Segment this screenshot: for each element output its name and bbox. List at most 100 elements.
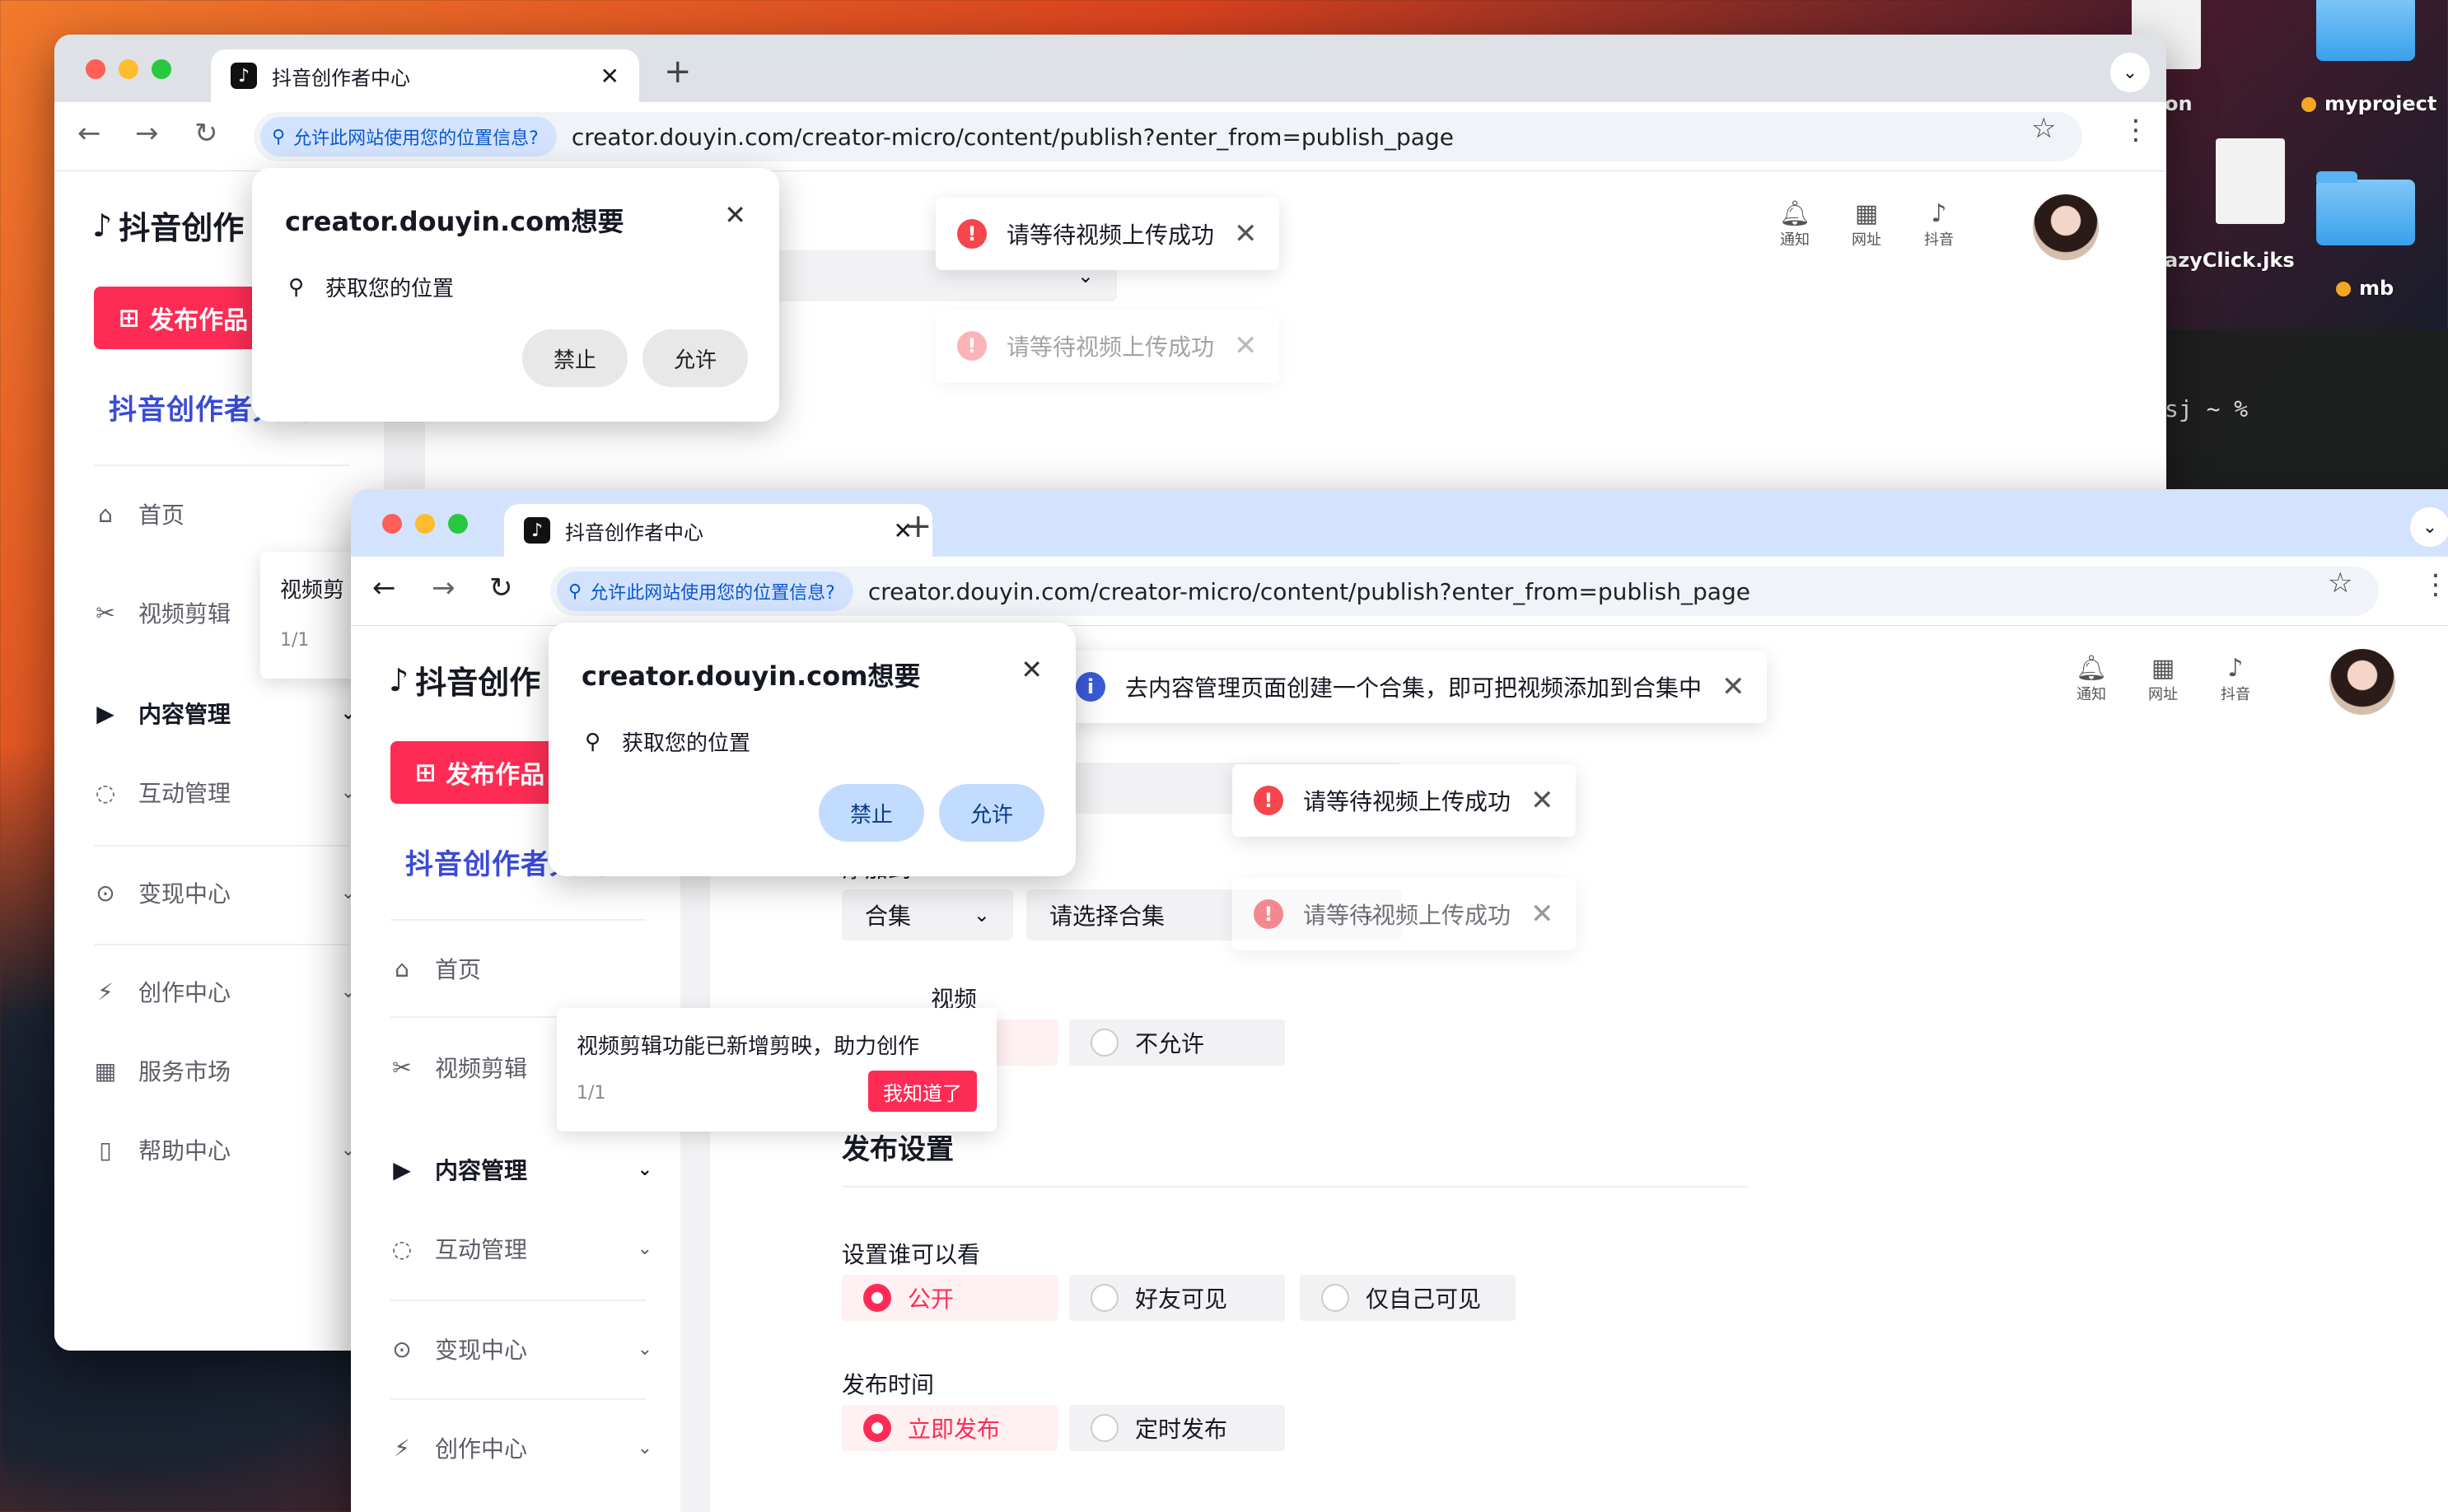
- tag-dot-icon: [2301, 97, 2316, 112]
- nav-label: 帮助中心: [138, 1137, 231, 1164]
- sidebar-item-monetization[interactable]: ⊙ 变现中心 ⌄: [389, 1332, 652, 1365]
- minimize-window-button[interactable]: [119, 59, 138, 79]
- bookmark-star-icon[interactable]: ☆: [2031, 112, 2056, 145]
- not-allow-radio[interactable]: 不允许: [1069, 1020, 1285, 1066]
- location-permission-chip[interactable]: ⚲ 允许此网站使用您的位置信息?: [260, 117, 557, 156]
- zoom-window-button[interactable]: [448, 514, 468, 534]
- forward-icon[interactable]: →: [135, 117, 159, 150]
- sidebar-item-interaction[interactable]: ◌ 互动管理 ⌄: [389, 1232, 652, 1265]
- nav-label: 变现中心: [138, 880, 231, 908]
- notify-button[interactable]: 🔔︎ 通知: [2076, 654, 2107, 704]
- close-icon[interactable]: ✕: [724, 199, 746, 231]
- douyin-logo[interactable]: ♪ 抖音创作: [92, 203, 244, 248]
- close-window-button[interactable]: [86, 59, 105, 79]
- sidebar-item-help[interactable]: ▯ 帮助中心 ⌄: [92, 1133, 356, 1166]
- allow-button[interactable]: 允许: [642, 329, 748, 387]
- folder-icon[interactable]: [2316, 171, 2415, 245]
- sidebar-item-interaction[interactable]: ◌ 互动管理 ⌄: [92, 776, 356, 809]
- avatar[interactable]: [2329, 649, 2395, 715]
- minimize-window-button[interactable]: [415, 514, 435, 534]
- radio-label: 定时发布: [1135, 1416, 1228, 1443]
- location-pin-icon: ⚲: [272, 126, 286, 147]
- sidebar-item-creation[interactable]: ⚡ 创作中心 ⌄: [92, 975, 356, 1008]
- chevron-down-icon: ⌄: [637, 1159, 652, 1180]
- url-text[interactable]: creator.douyin.com/creator-micro/content…: [868, 578, 1750, 605]
- browser-menu-icon[interactable]: ⋮: [2422, 568, 2448, 601]
- forward-icon[interactable]: →: [432, 572, 455, 604]
- avatar[interactable]: [2033, 194, 2099, 260]
- tab-search-button[interactable]: ⌄: [2410, 507, 2448, 547]
- permission-chip-label: 允许此网站使用您的位置信息?: [293, 128, 539, 149]
- chat-icon: ◌: [95, 778, 116, 806]
- visibility-private-radio[interactable]: 仅自己可见: [1300, 1275, 1516, 1321]
- new-tab-button[interactable]: +: [904, 507, 932, 545]
- douyin-button[interactable]: ♪ 抖音: [1924, 199, 1954, 250]
- zoom-window-button[interactable]: [152, 59, 171, 79]
- close-icon[interactable]: ✕: [1021, 654, 1043, 685]
- site-button[interactable]: ▦ 网址: [2148, 654, 2178, 704]
- sidebar-item-creation[interactable]: ⚡ 创作中心 ⌄: [389, 1431, 652, 1464]
- scissors-icon: ✂: [392, 1053, 412, 1081]
- toast-text: 去内容管理页面创建一个合集，即可把视频添加到合集中: [1125, 674, 1703, 702]
- scheduled-publish-radio[interactable]: 定时发布: [1069, 1405, 1285, 1451]
- location-permission-chip[interactable]: ⚲ 允许此网站使用您的位置信息?: [557, 572, 853, 611]
- publish-now-radio[interactable]: 立即发布: [842, 1405, 1058, 1451]
- publish-settings-heading: 发布设置: [842, 1133, 954, 1166]
- tab-douyin[interactable]: ♪ 抖音创作者中心 ✕: [504, 504, 932, 557]
- deny-button[interactable]: 禁止: [819, 784, 924, 842]
- folder-icon[interactable]: [2316, 0, 2415, 61]
- close-icon[interactable]: ✕: [1722, 670, 1745, 703]
- sidebar-item-service-market[interactable]: ▦ 服务市场: [92, 1054, 356, 1087]
- back-icon[interactable]: ←: [77, 117, 101, 150]
- browser-toolbar: ← → ↻ ⚲ 允许此网站使用您的位置信息? creator.douyin.co…: [351, 557, 2448, 626]
- douyin-logo[interactable]: ♪ 抖音创作: [389, 657, 540, 702]
- reload-icon[interactable]: ↻: [489, 572, 513, 604]
- browser-toolbar: ← → ↻ ⚲ 允许此网站使用您的位置信息? creator.douyin.co…: [54, 102, 2166, 171]
- close-tab-icon[interactable]: ✕: [600, 63, 619, 90]
- toast-text: 请等待视频上传成功: [1007, 222, 1215, 249]
- site-button[interactable]: ▦ 网址: [1852, 199, 1881, 250]
- close-icon[interactable]: ✕: [1530, 898, 1554, 931]
- deny-button[interactable]: 禁止: [522, 329, 628, 387]
- close-icon[interactable]: ✕: [1530, 784, 1554, 817]
- bookmark-star-icon[interactable]: ☆: [2328, 567, 2352, 600]
- visibility-public-radio[interactable]: 公开: [842, 1275, 1058, 1321]
- coin-icon: ⊙: [392, 1335, 412, 1363]
- got-it-button[interactable]: 我知道了: [868, 1071, 977, 1112]
- close-icon[interactable]: ✕: [1234, 329, 1258, 362]
- sidebar-item-content[interactable]: ▶ 内容管理 ⌄: [92, 697, 356, 730]
- url-text[interactable]: creator.douyin.com/creator-micro/content…: [572, 124, 1454, 151]
- nav-label: 变现中心: [435, 1337, 528, 1364]
- document-file-icon[interactable]: [2216, 138, 2285, 224]
- error-toast: ! 请等待视频上传成功 ✕: [936, 310, 1279, 382]
- sidebar-item-home[interactable]: ⌂ 首页: [389, 952, 652, 985]
- toast-text: 请等待视频上传成功: [1303, 902, 1511, 929]
- radio-label: 不允许: [1135, 1030, 1205, 1057]
- close-window-button[interactable]: [382, 514, 402, 534]
- toast-text: 请等待视频上传成功: [1303, 788, 1511, 815]
- douyin-button[interactable]: ♪ 抖音: [2221, 654, 2250, 704]
- play-square-icon: ▶: [96, 699, 114, 727]
- radio-label: 公开: [908, 1286, 955, 1313]
- browser-menu-icon[interactable]: ⋮: [2122, 114, 2150, 147]
- allow-button[interactable]: 允许: [939, 784, 1044, 842]
- reload-icon[interactable]: ↻: [194, 117, 218, 150]
- popup-title: creator.douyin.com想要: [582, 660, 921, 692]
- back-icon[interactable]: ←: [372, 572, 396, 604]
- radio-circle: [1091, 1414, 1119, 1442]
- notify-button[interactable]: 🔔︎ 通知: [1779, 199, 1810, 250]
- address-bar[interactable]: ⚲ 允许此网站使用您的位置信息? creator.douyin.com/crea…: [254, 112, 2082, 161]
- address-bar[interactable]: ⚲ 允许此网站使用您的位置信息? creator.douyin.com/crea…: [550, 567, 2379, 616]
- tab-douyin[interactable]: ♪ 抖音创作者中心 ✕: [211, 49, 639, 102]
- sidebar-item-content[interactable]: ▶ 内容管理 ⌄: [389, 1153, 652, 1186]
- close-icon[interactable]: ✕: [1234, 217, 1258, 250]
- new-tab-button[interactable]: +: [664, 53, 692, 91]
- sidebar-item-monetization[interactable]: ⊙ 变现中心 ⌄: [92, 876, 356, 909]
- site-label: 网址: [1852, 231, 1881, 249]
- collection-type-select[interactable]: 合集 ⌄: [842, 889, 1013, 940]
- tab-search-button[interactable]: ⌄: [2110, 53, 2150, 92]
- visibility-friends-radio[interactable]: 好友可见: [1069, 1275, 1285, 1321]
- notify-label: 通知: [2077, 686, 2107, 703]
- sidebar-item-home[interactable]: ⌂ 首页: [92, 497, 356, 530]
- terminal-window[interactable]: sj ~ %: [2165, 329, 2448, 494]
